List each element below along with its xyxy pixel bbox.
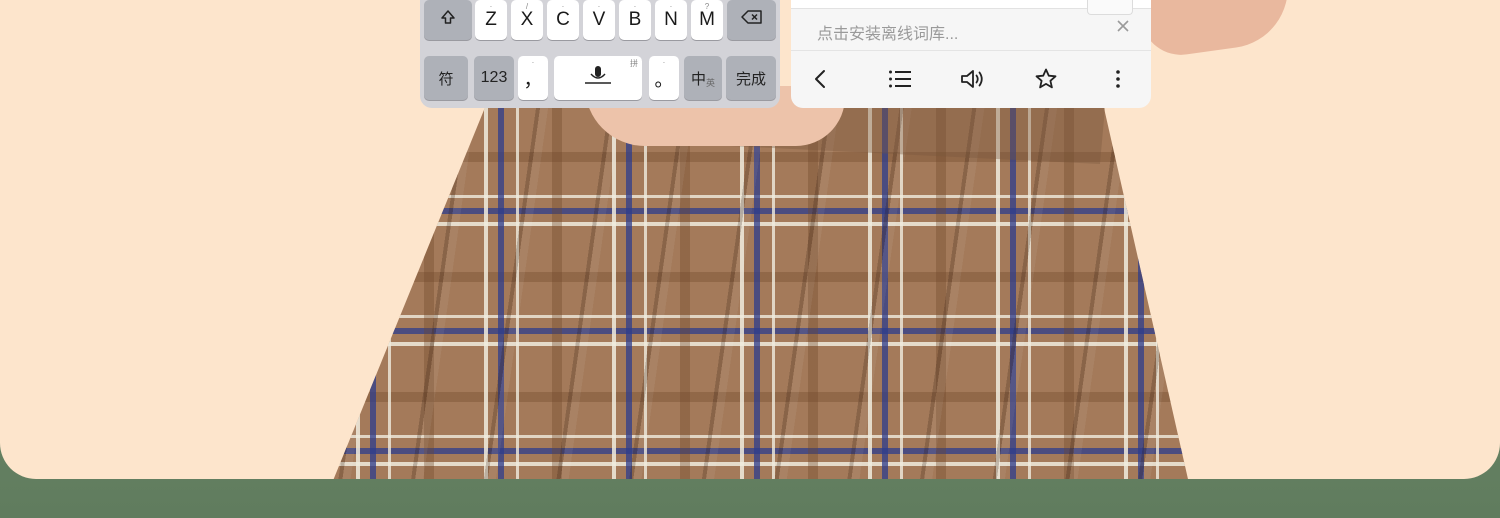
comma-key[interactable]: ·， bbox=[518, 56, 548, 100]
back-icon bbox=[813, 69, 827, 94]
language-switch-key[interactable]: 中英 bbox=[684, 56, 722, 100]
close-icon bbox=[1116, 16, 1130, 38]
key-label: B bbox=[628, 9, 642, 30]
key-b[interactable]: · B bbox=[619, 0, 651, 40]
key-n[interactable]: · N bbox=[655, 0, 687, 40]
pinyin-mark: 拼 bbox=[630, 59, 638, 68]
list-button[interactable] bbox=[883, 64, 917, 98]
skirt-pleats bbox=[330, 108, 1190, 479]
key-v[interactable]: · V bbox=[583, 0, 615, 40]
divider bbox=[791, 50, 1151, 51]
period-key-label: 。 bbox=[654, 69, 674, 91]
number-key[interactable]: 123 bbox=[474, 56, 514, 100]
symbol-key-label: 符 bbox=[438, 70, 454, 88]
key-x[interactable]: / X bbox=[511, 0, 543, 40]
lang-key-label: 中 bbox=[690, 70, 706, 88]
more-icon bbox=[1115, 69, 1121, 94]
key-c[interactable]: · C bbox=[547, 0, 579, 40]
key-label: N bbox=[664, 9, 678, 30]
dictionary-panel: 点击安装离线词库... bbox=[791, 0, 1151, 108]
key-label: C bbox=[556, 9, 570, 30]
panel-top-box bbox=[1087, 0, 1133, 15]
speaker-button[interactable] bbox=[956, 64, 990, 98]
key-label: V bbox=[592, 9, 606, 30]
backspace-icon bbox=[740, 9, 763, 31]
key-m[interactable]: ? M bbox=[691, 0, 723, 40]
install-dictionary-link[interactable]: 点击安装离线词库... bbox=[817, 20, 958, 44]
period-key[interactable]: ·。 bbox=[649, 56, 679, 100]
speaker-icon bbox=[960, 68, 986, 95]
shift-key[interactable] bbox=[424, 0, 472, 40]
arm-skin bbox=[1134, 0, 1296, 61]
key-label: M bbox=[699, 9, 715, 30]
key-label: X bbox=[520, 9, 534, 30]
favorite-button[interactable] bbox=[1029, 64, 1063, 98]
symbol-key[interactable]: 符 bbox=[424, 56, 468, 100]
close-button[interactable] bbox=[1113, 16, 1133, 39]
microphone-icon bbox=[581, 64, 615, 92]
done-key[interactable]: 完成 bbox=[726, 56, 776, 100]
key-label: Z bbox=[485, 9, 497, 30]
shift-icon bbox=[440, 9, 456, 31]
done-key-label: 完成 bbox=[735, 70, 766, 88]
comma-key-label: ， bbox=[523, 69, 543, 91]
ime-keyboard: · Z / X · C · V · B · N ? M 符 123 ·， 拼 ·。 中英 完成 bbox=[420, 0, 780, 108]
space-key[interactable]: 拼 bbox=[554, 56, 642, 100]
back-button[interactable] bbox=[803, 64, 837, 98]
number-key-label: 123 bbox=[480, 69, 508, 86]
lang-key-sub: 英 bbox=[706, 77, 716, 88]
backspace-key[interactable] bbox=[727, 0, 776, 40]
more-button[interactable] bbox=[1101, 64, 1135, 98]
star-icon bbox=[1034, 67, 1058, 96]
key-z[interactable]: · Z bbox=[475, 0, 507, 40]
list-icon bbox=[888, 69, 912, 94]
